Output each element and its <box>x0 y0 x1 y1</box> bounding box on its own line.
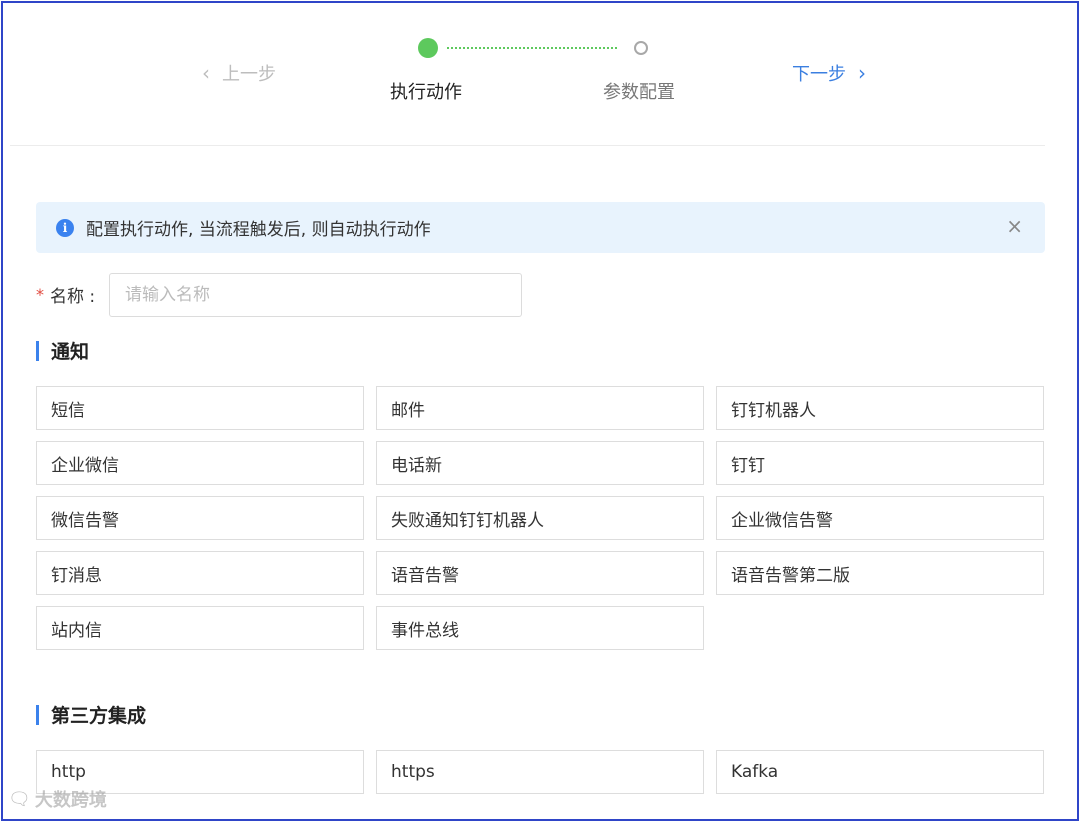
name-input[interactable] <box>109 273 522 317</box>
close-icon[interactable]: × <box>1006 216 1023 236</box>
step-connector <box>447 47 617 49</box>
action-option-kafka[interactable]: Kafka <box>716 750 1044 794</box>
section-bar <box>36 340 39 361</box>
name-label: 名称 : <box>50 287 96 307</box>
required-marker: * <box>36 285 44 304</box>
header-divider <box>10 145 1045 146</box>
action-option-sms[interactable]: 短信 <box>36 386 364 430</box>
next-step-button[interactable]: 下一步 › <box>792 60 866 86</box>
action-option-failure-dingtalk-robot[interactable]: 失败通知钉钉机器人 <box>376 496 704 540</box>
action-option-voice-alert[interactable]: 语音告警 <box>376 551 704 595</box>
action-option-site-message[interactable]: 站内信 <box>36 606 364 650</box>
action-option-dingtalk-robot[interactable]: 钉钉机器人 <box>716 386 1044 430</box>
watermark-text: 大数跨境 <box>34 790 107 811</box>
prev-step-button[interactable]: ‹ 上一步 <box>202 60 276 86</box>
action-option-ding-message[interactable]: 钉消息 <box>36 551 364 595</box>
action-option-wecom[interactable]: 企业微信 <box>36 441 364 485</box>
section-title-text: 第三方集成 <box>51 705 147 727</box>
action-option-wecom-alert[interactable]: 企业微信告警 <box>716 496 1044 540</box>
watermark-logo-icon: 🗨 <box>8 788 31 810</box>
prev-step-label: 上一步 <box>222 64 276 85</box>
section-title-integration: 第三方集成 <box>36 701 146 728</box>
section-title-text: 通知 <box>51 341 90 363</box>
step-2-label: 参数配置 <box>603 82 675 103</box>
action-option-email[interactable]: 邮件 <box>376 386 704 430</box>
action-option-wechat-alert[interactable]: 微信告警 <box>36 496 364 540</box>
action-option-event-bus[interactable]: 事件总线 <box>376 606 704 650</box>
step-1-label: 执行动作 <box>390 82 462 103</box>
step-1-indicator <box>418 38 438 58</box>
info-icon: i <box>56 218 74 237</box>
section-bar <box>36 704 39 725</box>
chevron-right-icon: › <box>858 61 866 85</box>
info-alert: i 配置执行动作, 当流程触发后, 则自动执行动作 × <box>36 202 1045 253</box>
action-option-voice-alert-v2[interactable]: 语音告警第二版 <box>716 551 1044 595</box>
step-2-indicator <box>634 41 648 55</box>
name-field-row: * 名称 : <box>36 272 95 317</box>
action-option-dingtalk[interactable]: 钉钉 <box>716 441 1044 485</box>
next-step-label: 下一步 <box>792 64 846 85</box>
section-title-notify: 通知 <box>36 337 89 364</box>
chevron-left-icon: ‹ <box>202 61 210 85</box>
action-option-phone-new[interactable]: 电话新 <box>376 441 704 485</box>
watermark: 🗨 大数跨境 <box>8 786 107 812</box>
action-option-https[interactable]: https <box>376 750 704 794</box>
alert-text: 配置执行动作, 当流程触发后, 则自动执行动作 <box>86 220 431 240</box>
